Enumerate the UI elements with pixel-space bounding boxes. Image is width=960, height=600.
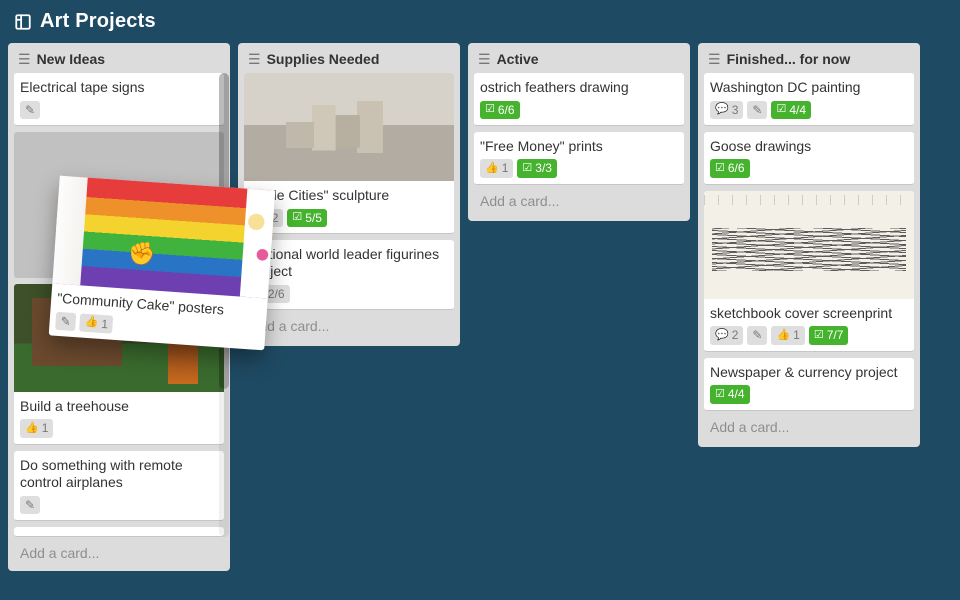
card[interactable]: ostrich feathers drawing ☑6/6 bbox=[474, 73, 684, 126]
thumbs-up-icon: 👍 bbox=[485, 162, 499, 175]
votes-badge: 👍1 bbox=[20, 419, 53, 437]
comment-icon: 💬 bbox=[715, 103, 729, 116]
thumbs-up-icon: 👍 bbox=[25, 422, 39, 435]
list-menu-icon[interactable]: ☰ bbox=[708, 52, 721, 66]
card-title: Do something with remote control airplan… bbox=[20, 457, 218, 492]
board-title[interactable]: Art Projects bbox=[40, 10, 156, 33]
checklist-badge: ☑7/7 bbox=[809, 326, 849, 344]
checklist-icon: ☑ bbox=[715, 388, 725, 401]
card-peek[interactable] bbox=[14, 527, 224, 537]
list-header[interactable]: ☰ Finished... for now bbox=[704, 49, 914, 73]
list-title: Active bbox=[497, 51, 539, 67]
card-title: "Little Cities" sculpture bbox=[250, 187, 448, 205]
add-card-button[interactable]: Add a card... bbox=[474, 185, 684, 219]
list-header[interactable]: ☰ Active bbox=[474, 49, 684, 73]
checklist-badge: ☑4/4 bbox=[710, 385, 750, 403]
card-cover-image bbox=[52, 176, 275, 299]
card[interactable]: sketchbook cover screenprint 💬2 ✎ 👍1 ☑7/… bbox=[704, 191, 914, 352]
checklist-badge: ☑3/3 bbox=[517, 159, 557, 177]
card[interactable]: Do something with remote control airplan… bbox=[14, 451, 224, 521]
card[interactable]: Fictional world leader figurines project… bbox=[244, 240, 454, 310]
edit-icon[interactable]: ✎ bbox=[20, 496, 40, 514]
checklist-badge: ☑5/5 bbox=[287, 209, 327, 227]
add-card-button[interactable]: Add a card... bbox=[244, 310, 454, 344]
card-title: Fictional world leader figurines project bbox=[250, 246, 448, 281]
checklist-badge: ☑4/4 bbox=[771, 101, 811, 119]
checklist-icon: ☑ bbox=[485, 103, 495, 116]
board-icon bbox=[14, 13, 32, 31]
edit-icon[interactable]: ✎ bbox=[20, 101, 40, 119]
votes-badge: 👍1 bbox=[79, 313, 114, 334]
card[interactable]: Newspaper & currency project ☑4/4 bbox=[704, 358, 914, 411]
board-header: Art Projects bbox=[0, 0, 960, 43]
comments-badge: 💬2 bbox=[710, 326, 743, 344]
comment-icon: 💬 bbox=[715, 329, 729, 342]
list-menu-icon[interactable]: ☰ bbox=[478, 52, 491, 66]
list-active: ☰ Active ostrich feathers drawing ☑6/6 "… bbox=[468, 43, 690, 221]
checklist-badge: ☑6/6 bbox=[480, 101, 520, 119]
card-title: "Free Money" prints bbox=[480, 138, 678, 156]
checklist-badge: ☑6/6 bbox=[710, 159, 750, 177]
card[interactable]: Electrical tape signs ✎ bbox=[14, 73, 224, 126]
list-title: Finished... for now bbox=[727, 51, 851, 67]
lists-container: ☰ New Ideas Electrical tape signs ✎ Buil… bbox=[0, 43, 960, 571]
card[interactable]: Washington DC painting 💬3 ✎ ☑4/4 bbox=[704, 73, 914, 126]
card-cover-image bbox=[704, 191, 914, 299]
edit-icon[interactable]: ✎ bbox=[747, 101, 767, 119]
add-card-button[interactable]: Add a card... bbox=[704, 411, 914, 445]
card-title: Goose drawings bbox=[710, 138, 908, 156]
card[interactable]: "Free Money" prints 👍1 ☑3/3 bbox=[474, 132, 684, 185]
dragging-card[interactable]: "Community Cake" posters ✎ 👍1 bbox=[49, 176, 276, 351]
list-header[interactable]: ☰ New Ideas bbox=[14, 49, 224, 73]
card-title: Washington DC painting bbox=[710, 79, 908, 97]
card[interactable]: Goose drawings ☑6/6 bbox=[704, 132, 914, 185]
list-menu-icon[interactable]: ☰ bbox=[18, 52, 31, 66]
edit-icon[interactable]: ✎ bbox=[747, 326, 767, 344]
list-menu-icon[interactable]: ☰ bbox=[248, 52, 261, 66]
list-title: Supplies Needed bbox=[267, 51, 380, 67]
votes-badge: 👍1 bbox=[771, 326, 804, 344]
card[interactable]: "Little Cities" sculpture 👍2 ☑5/5 bbox=[244, 73, 454, 234]
card-cover-image bbox=[244, 73, 454, 181]
votes-badge: 👍1 bbox=[480, 159, 513, 177]
card-title: Newspaper & currency project bbox=[710, 364, 908, 382]
thumbs-up-icon: 👍 bbox=[84, 316, 99, 330]
card-title: ostrich feathers drawing bbox=[480, 79, 678, 97]
checklist-icon: ☑ bbox=[292, 211, 302, 224]
card-title: sketchbook cover screenprint bbox=[710, 305, 908, 323]
list-header[interactable]: ☰ Supplies Needed bbox=[244, 49, 454, 73]
checklist-icon: ☑ bbox=[715, 162, 725, 175]
list-title: New Ideas bbox=[37, 51, 105, 67]
comments-badge: 💬3 bbox=[710, 101, 743, 119]
list-finished: ☰ Finished... for now Washington DC pain… bbox=[698, 43, 920, 447]
checklist-icon: ☑ bbox=[776, 103, 786, 116]
grab-cursor-icon: ✊ bbox=[128, 241, 155, 267]
checklist-icon: ☑ bbox=[814, 329, 824, 342]
thumbs-up-icon: 👍 bbox=[776, 329, 790, 342]
add-card-button[interactable]: Add a card... bbox=[14, 537, 224, 571]
card-title: Electrical tape signs bbox=[20, 79, 218, 97]
edit-icon[interactable]: ✎ bbox=[55, 311, 76, 331]
card-title: Build a treehouse bbox=[20, 398, 218, 416]
checklist-icon: ☑ bbox=[522, 162, 532, 175]
